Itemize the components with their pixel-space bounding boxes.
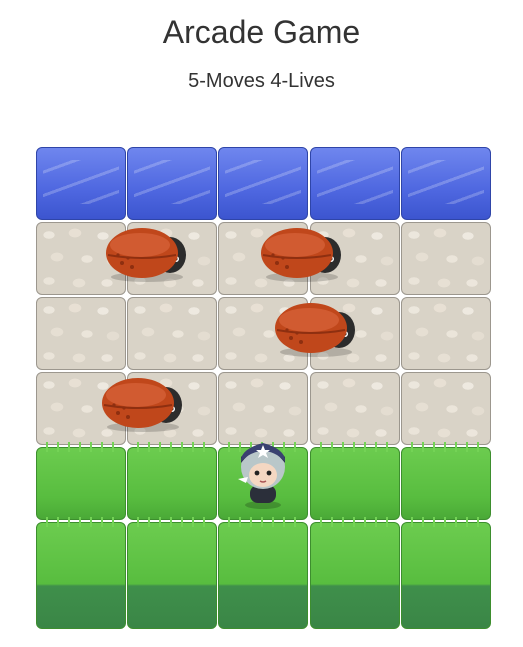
water-tile [36,147,126,220]
water-tile [218,147,309,220]
water-tile [309,147,400,220]
game-title: Arcade Game [162,14,361,50]
stone-tile [400,297,491,370]
ladybug-enemy-icon [100,375,186,433]
grass-tile [400,517,491,629]
stone-tile [400,222,491,295]
grass-tile [400,442,491,520]
grass-tile [309,517,400,629]
water-tile [127,147,218,220]
grass-tile [127,442,218,520]
game-board[interactable] [36,147,492,629]
ladybug-enemy-icon [104,225,190,283]
stone-tile [36,297,126,370]
stone-tile [127,297,218,370]
grass-tile [218,517,309,629]
stone-tile [400,372,491,445]
player-character-icon[interactable] [232,435,294,509]
moves-lives-status: 5-Moves 4-Lives [188,70,335,92]
ladybug-enemy-icon [259,225,345,283]
water-tile [400,147,491,220]
stone-tile [309,372,400,445]
grass-tile [309,442,400,520]
grass-tile [36,442,126,520]
grass-tile [127,517,218,629]
ladybug-enemy-icon [273,300,359,358]
grass-tile [36,517,126,629]
